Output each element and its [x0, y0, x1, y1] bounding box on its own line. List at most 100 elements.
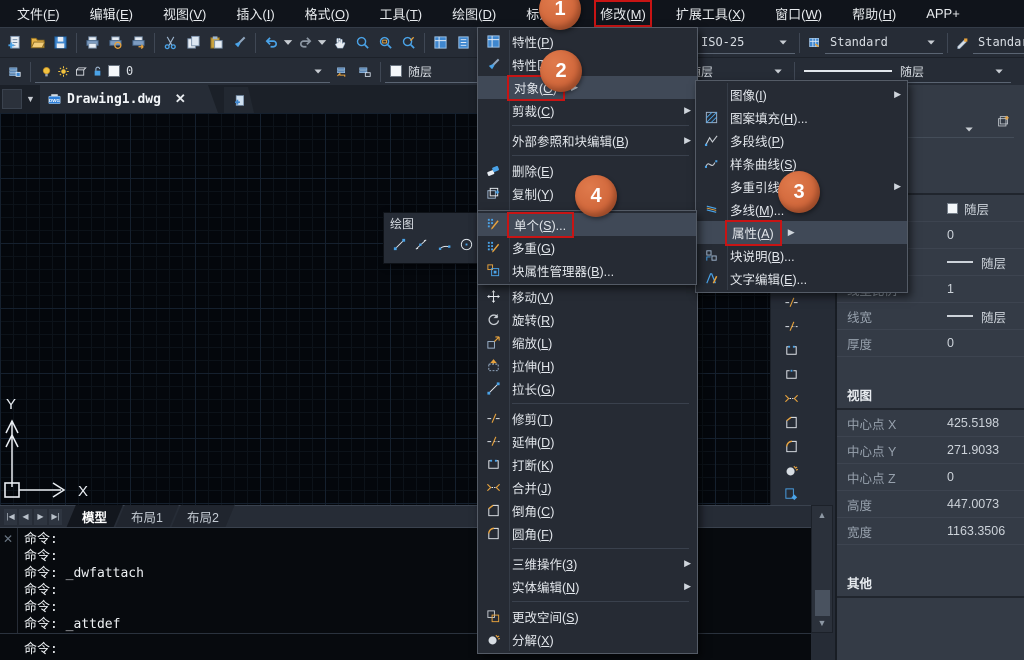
fillet-tool[interactable]: [779, 434, 803, 458]
layer-plot-icon[interactable]: [74, 65, 87, 78]
close-command-icon[interactable]: ✕: [3, 532, 13, 546]
modify-fillet[interactable]: 圆角(F) ▶: [478, 522, 697, 545]
plot-button[interactable]: [81, 31, 104, 55]
modify-stretch[interactable]: 拉伸(H) ▶: [478, 354, 697, 377]
property-row[interactable]: 中心点 Y 271.9033: [837, 437, 1024, 464]
quick-select-icon[interactable]: [997, 115, 1010, 128]
property-row[interactable]: 中心点 Z 0: [837, 464, 1024, 491]
modify-join[interactable]: 合并(J) ▶: [478, 476, 697, 499]
chevron-down-icon[interactable]: [764, 65, 785, 78]
modify-chamfer[interactable]: 倒角(C) ▶: [478, 499, 697, 522]
chevron-down-icon[interactable]: ▼: [26, 94, 35, 104]
chevron-down-icon[interactable]: [769, 36, 790, 49]
menu-draw[interactable]: 绘图(D): [437, 0, 511, 27]
object-polyline[interactable]: 多段线(P) ▶: [696, 129, 907, 152]
object-attribute[interactable]: 属性(A) ▶: [696, 221, 907, 244]
break-tool[interactable]: [779, 338, 803, 362]
property-row[interactable]: 中心点 X 425.5198: [837, 410, 1024, 437]
document-tab[interactable]: DWG Drawing1.dwg ✕: [40, 85, 218, 113]
modify-properties[interactable]: 特性(P) ▶: [478, 30, 697, 53]
modify-trim[interactable]: 修剪(T) ▶: [478, 407, 697, 430]
extend-tool[interactable]: [779, 314, 803, 338]
menu-express[interactable]: 扩展工具(X): [661, 0, 760, 27]
modify-change-space[interactable]: 更改空间(S) ▶: [478, 605, 697, 628]
menu-help[interactable]: 帮助(H): [837, 0, 911, 27]
redo-button[interactable]: [294, 31, 317, 55]
line-tool[interactable]: [388, 233, 411, 256]
table-style-combo[interactable]: Standard: [973, 32, 1024, 54]
arc-tool[interactable]: [433, 233, 456, 256]
tab-model[interactable]: 模型: [66, 505, 123, 529]
chevron-down-icon[interactable]: [917, 36, 938, 49]
close-document-icon[interactable]: ✕: [175, 91, 186, 107]
menu-tools[interactable]: 工具(T): [364, 0, 437, 27]
publish-button[interactable]: [127, 31, 150, 55]
modify-clip[interactable]: 剪裁(C) ▶: [478, 99, 697, 122]
layer-freeze-sun-icon[interactable]: [57, 65, 70, 78]
attribute-multiple[interactable]: 多重(G) ▶: [478, 236, 696, 259]
modify-match-properties[interactable]: 特性匹配 ▶: [478, 53, 697, 76]
plot-preview-button[interactable]: [104, 31, 127, 55]
scroll-up-icon[interactable]: ▲: [815, 508, 829, 522]
new-button[interactable]: [3, 31, 26, 55]
block-attribute-manager[interactable]: 块属性管理器(B)... ▶: [478, 259, 696, 282]
cut-button[interactable]: [159, 31, 182, 55]
modify-lengthen[interactable]: 拉长(G) ▶: [478, 377, 697, 400]
modify-scale[interactable]: 缩放(L) ▶: [478, 331, 697, 354]
menu-app-plus[interactable]: APP+: [911, 0, 975, 27]
property-row[interactable]: 线宽 随层: [837, 303, 1024, 330]
zoom-window-button[interactable]: [374, 31, 397, 55]
prev-tab-icon[interactable]: ◀: [19, 509, 32, 525]
match-properties-button[interactable]: [228, 31, 251, 55]
layer-properties-button[interactable]: [3, 60, 26, 84]
copy-button[interactable]: [182, 31, 205, 55]
property-row[interactable]: 高度 447.0073: [837, 491, 1024, 518]
attribute-single[interactable]: 单个(S)... ▶: [478, 213, 696, 236]
modify-extend[interactable]: 延伸(D) ▶: [478, 430, 697, 453]
chevron-down-icon[interactable]: [304, 65, 325, 78]
undo-button[interactable]: [260, 31, 283, 55]
menu-format[interactable]: 格式(O): [290, 0, 365, 27]
break-at-point-tool[interactable]: [779, 362, 803, 386]
chevron-down-icon[interactable]: [963, 123, 976, 136]
scroll-down-icon[interactable]: ▼: [815, 616, 829, 630]
modify-solid-editing[interactable]: 实体编辑(N) ▶: [478, 575, 697, 598]
draw-toolbar-title[interactable]: 绘图: [384, 213, 478, 233]
object-text-edit[interactable]: 文字编辑(E)... ▶: [696, 267, 907, 290]
properties-palette-button[interactable]: [429, 31, 452, 55]
menu-insert[interactable]: 插入(I): [221, 0, 289, 27]
menu-edit[interactable]: 编辑(E): [75, 0, 148, 27]
paste-button[interactable]: [205, 31, 228, 55]
block-editor-tool[interactable]: [779, 482, 803, 506]
tab-layout2[interactable]: 布局2: [171, 505, 235, 529]
new-document-tab-button[interactable]: [224, 87, 254, 113]
save-button[interactable]: [49, 31, 72, 55]
join-tool[interactable]: [779, 386, 803, 410]
chamfer-tool[interactable]: [779, 410, 803, 434]
open-button[interactable]: [26, 31, 49, 55]
layer-states-button[interactable]: [353, 60, 376, 84]
modify-object[interactable]: 对象(O) ▶: [478, 76, 697, 99]
pan-button[interactable]: [328, 31, 351, 55]
chevron-down-icon[interactable]: [985, 65, 1006, 78]
text-style-combo[interactable]: Standard: [825, 32, 943, 54]
command-scrollbar[interactable]: ▲ ▼: [811, 505, 833, 633]
layer-on-bulb-icon[interactable]: [40, 65, 53, 78]
explode-tool[interactable]: [779, 458, 803, 482]
quickcalc-button[interactable]: [452, 31, 475, 55]
last-tab-icon[interactable]: ▶|: [49, 509, 62, 525]
property-row[interactable]: 宽度 1163.3506: [837, 518, 1024, 545]
modify-3d-operations[interactable]: 三维操作(3) ▶: [478, 552, 697, 575]
undo-dropdown[interactable]: [283, 31, 294, 55]
layer-unlock-icon[interactable]: [91, 65, 104, 78]
draw-floating-toolbar[interactable]: 绘图: [383, 212, 479, 264]
construction-line-tool[interactable]: [411, 233, 434, 256]
layer-previous-button[interactable]: [330, 60, 353, 84]
redo-dropdown[interactable]: [317, 31, 328, 55]
tab-overflow-button[interactable]: [2, 89, 22, 109]
modify-rotate[interactable]: 旋转(R) ▶: [478, 308, 697, 331]
property-row[interactable]: 厚度 0: [837, 330, 1024, 357]
first-tab-icon[interactable]: |◀: [4, 509, 17, 525]
tab-layout1[interactable]: 布局1: [115, 505, 179, 529]
modify-xref-block-edit[interactable]: 外部参照和块编辑(B) ▶: [478, 129, 697, 152]
